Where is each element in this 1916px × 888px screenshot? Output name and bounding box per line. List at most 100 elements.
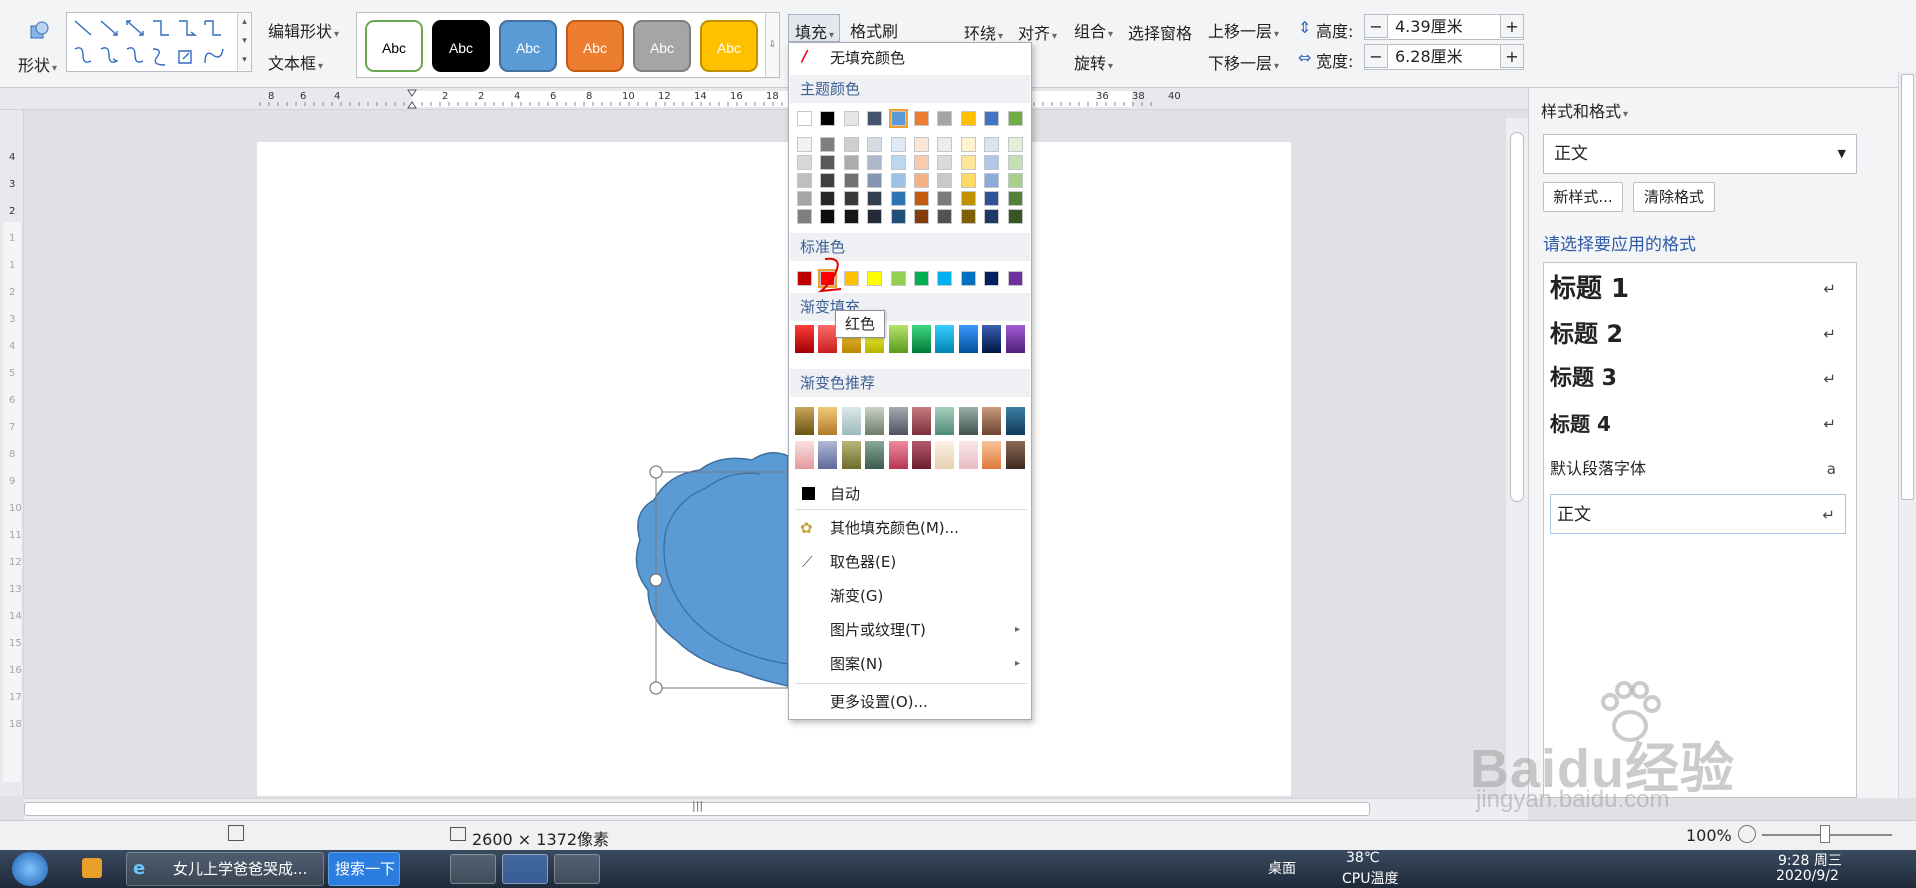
theme-shade-swatch[interactable] bbox=[820, 137, 836, 152]
standard-color-swatch[interactable] bbox=[960, 271, 976, 286]
theme-shade-swatch[interactable] bbox=[914, 173, 929, 188]
gradient-fill-swatch[interactable] bbox=[1005, 325, 1025, 353]
shape-style-swatch[interactable]: Abc bbox=[499, 20, 557, 72]
theme-shade-swatch[interactable] bbox=[867, 137, 883, 152]
app-icon-1[interactable] bbox=[450, 854, 496, 884]
theme-shade-swatch[interactable] bbox=[914, 191, 929, 206]
vertical-ruler[interactable]: 4321123456789101112131415161718 bbox=[0, 110, 24, 796]
format-painter-button[interactable]: 格式刷 bbox=[850, 18, 898, 42]
style-list-item[interactable]: 正文 ↵ bbox=[1550, 494, 1846, 534]
theme-shade-swatch[interactable] bbox=[960, 173, 976, 188]
standard-color-swatch[interactable] bbox=[890, 271, 906, 286]
gradient-recommend-swatch[interactable] bbox=[795, 407, 814, 435]
style-list-item[interactable]: 标题 4 ↵ bbox=[1550, 404, 1846, 444]
quick-launch-icon[interactable] bbox=[82, 858, 102, 878]
standard-color-swatch[interactable] bbox=[1007, 271, 1023, 286]
theme-shade-swatch[interactable] bbox=[914, 155, 929, 170]
height-field[interactable]: − 4.39厘米 + bbox=[1364, 14, 1524, 40]
theme-shade-swatch[interactable] bbox=[820, 191, 836, 206]
theme-color-swatch[interactable] bbox=[843, 111, 859, 126]
standard-color-swatch[interactable] bbox=[984, 271, 1000, 286]
panel-scrollbar[interactable] bbox=[1898, 72, 1916, 798]
theme-shade-swatch[interactable] bbox=[843, 209, 859, 224]
zoom-slider-thumb[interactable] bbox=[1820, 825, 1830, 843]
wps-writer-icon[interactable] bbox=[502, 854, 548, 884]
theme-shade-swatch[interactable] bbox=[867, 191, 883, 206]
theme-shade-swatch[interactable] bbox=[797, 191, 812, 206]
theme-color-swatch[interactable] bbox=[914, 111, 929, 126]
gradient-fill-swatch[interactable] bbox=[888, 325, 908, 353]
clock-date[interactable]: 2020/9/2 bbox=[1776, 868, 1839, 884]
no-fill-item[interactable]: / 无填充颜色 bbox=[790, 43, 1030, 73]
gradient-recommend-swatch[interactable] bbox=[912, 407, 931, 435]
width-increment-button[interactable]: + bbox=[1500, 44, 1524, 68]
shape-style-swatch[interactable]: Abc bbox=[633, 20, 691, 72]
theme-shade-swatch[interactable] bbox=[984, 155, 1000, 170]
gradient-recommend-swatch[interactable] bbox=[958, 441, 978, 469]
gradient-recommend-swatch[interactable] bbox=[795, 441, 814, 469]
theme-shade-swatch[interactable] bbox=[890, 155, 906, 170]
gradient-fill-swatch[interactable] bbox=[912, 325, 931, 353]
theme-shade-swatch[interactable] bbox=[984, 137, 1000, 152]
theme-shade-swatch[interactable] bbox=[843, 137, 859, 152]
bring-forward-button[interactable]: 上移一层 bbox=[1208, 18, 1279, 42]
theme-shade-swatch[interactable] bbox=[984, 209, 1000, 224]
theme-shade-swatch[interactable] bbox=[890, 137, 906, 152]
gradient-recommend-swatch[interactable] bbox=[982, 407, 1002, 435]
theme-color-swatch[interactable] bbox=[820, 111, 836, 126]
theme-shade-swatch[interactable] bbox=[797, 173, 812, 188]
width-field[interactable]: − 6.28厘米 + bbox=[1364, 44, 1524, 70]
gradient-recommend-swatch[interactable] bbox=[888, 441, 908, 469]
shape-style-swatch[interactable]: Abc bbox=[432, 20, 490, 72]
group-button[interactable]: 组合 bbox=[1074, 18, 1113, 42]
theme-shade-swatch[interactable] bbox=[937, 155, 953, 170]
theme-shade-swatch[interactable] bbox=[843, 191, 859, 206]
theme-shade-swatch[interactable] bbox=[937, 209, 953, 224]
theme-color-swatch[interactable] bbox=[960, 111, 976, 126]
more-fill-colors-item[interactable]: ✿ 其他填充颜色(M)... bbox=[790, 513, 1030, 543]
textbox-button[interactable]: 文本框 bbox=[268, 50, 323, 74]
theme-shade-swatch[interactable] bbox=[1007, 209, 1023, 224]
selected-shape[interactable] bbox=[257, 142, 857, 702]
height-decrement-button[interactable]: − bbox=[1364, 14, 1388, 38]
standard-color-swatch[interactable] bbox=[937, 271, 953, 286]
app-icon-3[interactable] bbox=[554, 854, 600, 884]
gradient-recommend-swatch[interactable] bbox=[912, 441, 931, 469]
theme-color-swatch[interactable] bbox=[797, 111, 812, 126]
style-list-item[interactable]: 标题 3 ↵ bbox=[1550, 359, 1846, 399]
edit-shape-button[interactable]: 编辑形状 bbox=[268, 18, 339, 42]
taskbar-browser-task[interactable]: e 女儿上学爸爸哭成... bbox=[126, 852, 324, 886]
theme-shade-swatch[interactable] bbox=[960, 155, 976, 170]
theme-shade-swatch[interactable] bbox=[914, 209, 929, 224]
theme-color-swatch[interactable] bbox=[888, 109, 908, 128]
styles-panel-title[interactable]: 样式和格式 bbox=[1541, 98, 1628, 122]
picture-texture-item[interactable]: 图片或纹理(T) ▸ bbox=[790, 615, 1030, 645]
theme-shade-swatch[interactable] bbox=[867, 173, 883, 188]
theme-shade-swatch[interactable] bbox=[1007, 191, 1023, 206]
width-decrement-button[interactable]: − bbox=[1364, 44, 1388, 68]
theme-shade-swatch[interactable] bbox=[797, 209, 812, 224]
standard-color-swatch[interactable] bbox=[797, 271, 812, 286]
theme-shade-swatch[interactable] bbox=[843, 155, 859, 170]
current-style-select[interactable]: 正文 ▼ bbox=[1543, 134, 1857, 174]
theme-shade-swatch[interactable] bbox=[820, 155, 836, 170]
desktop-label[interactable]: 桌面 bbox=[1268, 858, 1296, 878]
gradient-fill-swatch[interactable] bbox=[958, 325, 978, 353]
theme-shade-swatch[interactable] bbox=[867, 209, 883, 224]
document-vertical-scroll-thumb[interactable] bbox=[1510, 132, 1524, 502]
gradient-recommend-swatch[interactable] bbox=[935, 407, 955, 435]
shape-style-swatch[interactable]: Abc bbox=[365, 20, 423, 72]
gradient-fill-swatch[interactable] bbox=[795, 325, 814, 353]
horizontal-scrollbar[interactable]: ||| bbox=[24, 798, 1528, 820]
gradient-recommend-swatch[interactable] bbox=[888, 407, 908, 435]
gradient-recommend-swatch[interactable] bbox=[1005, 441, 1025, 469]
theme-shade-swatch[interactable] bbox=[960, 191, 976, 206]
shape-style-swatch[interactable]: Abc bbox=[566, 20, 624, 72]
style-list-item[interactable]: 标题 2 ↵ bbox=[1550, 314, 1846, 354]
theme-color-swatch[interactable] bbox=[1007, 111, 1023, 126]
theme-color-swatch[interactable] bbox=[937, 111, 953, 126]
send-backward-button[interactable]: 下移一层 bbox=[1208, 50, 1279, 74]
standard-color-swatch[interactable] bbox=[867, 271, 883, 286]
gradient-recommend-swatch[interactable] bbox=[865, 407, 885, 435]
gradient-recommend-swatch[interactable] bbox=[841, 407, 861, 435]
